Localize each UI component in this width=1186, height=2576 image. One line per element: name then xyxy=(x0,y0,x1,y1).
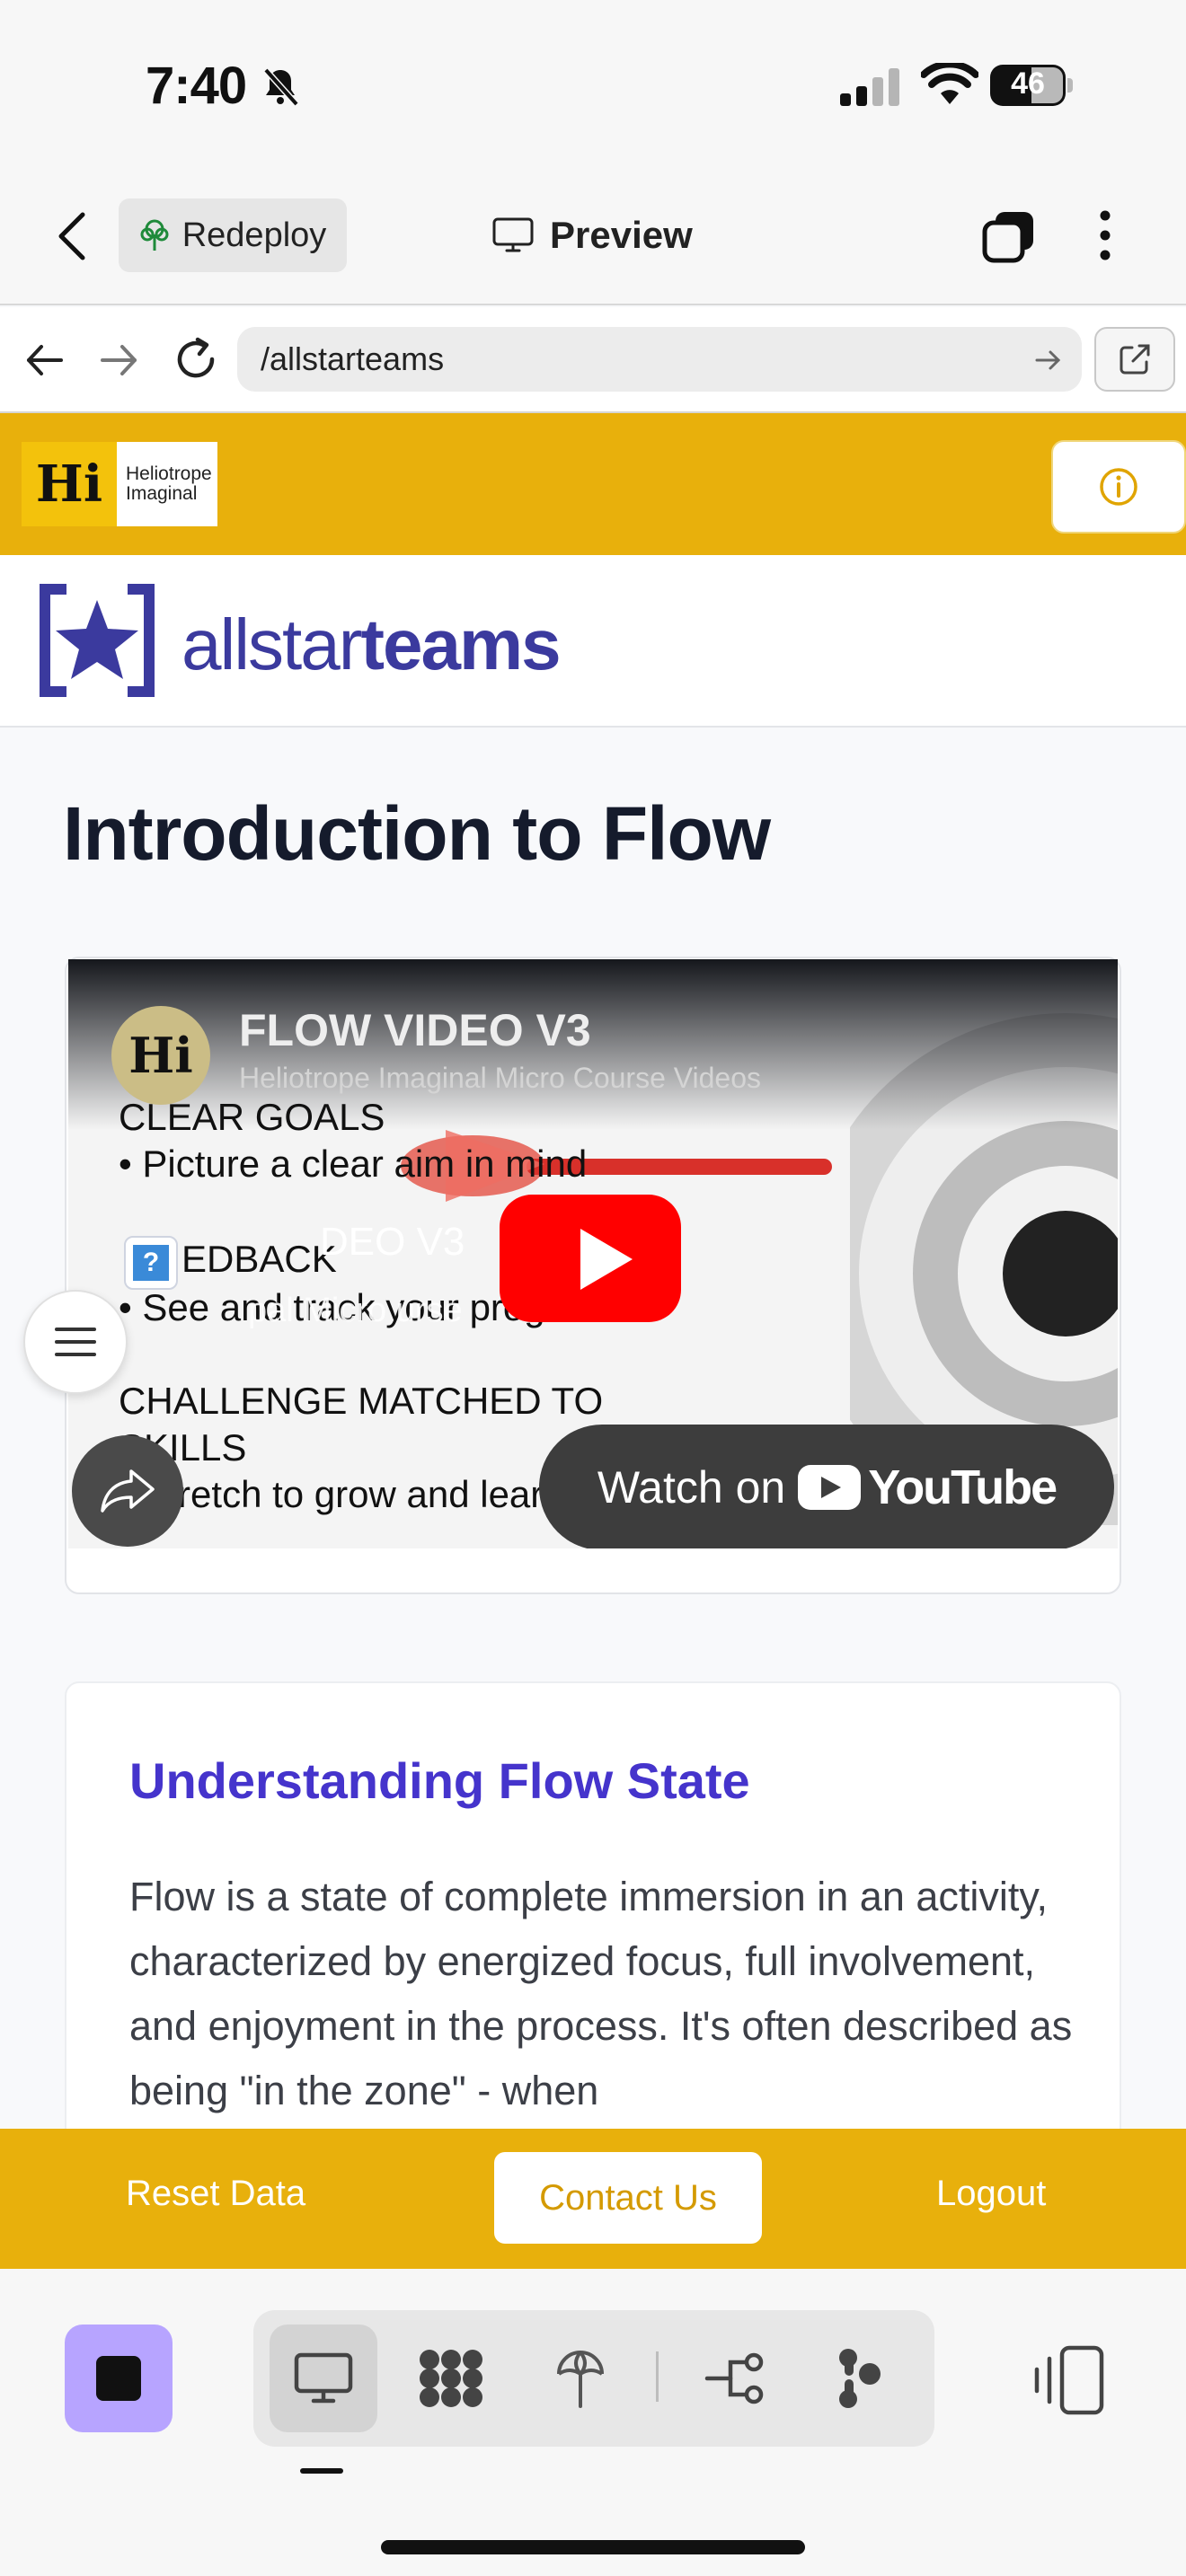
signal-icon xyxy=(840,68,899,106)
arrow-left-icon[interactable] xyxy=(22,340,68,381)
preview-title: Preview xyxy=(492,207,693,264)
info-button[interactable] xyxy=(1051,440,1186,534)
divider xyxy=(656,2351,659,2402)
question-icon: ? xyxy=(133,1245,169,1281)
reload-icon[interactable] xyxy=(171,334,221,384)
logo-mark: Hi xyxy=(22,442,117,526)
bell-muted-icon xyxy=(263,67,299,107)
youtube-icon xyxy=(798,1465,862,1510)
branch-icon xyxy=(704,2352,764,2404)
branch-view-button[interactable] xyxy=(681,2325,789,2432)
preview-label: Preview xyxy=(550,214,693,256)
youtube-video-player[interactable]: CLEAR GOALS • Picture a clear aim in min… xyxy=(68,959,1118,1548)
logout-button[interactable]: Logout xyxy=(936,2174,1046,2214)
slide-text: • Stretch to grow and learn xyxy=(119,1473,564,1515)
floating-menu-button[interactable] xyxy=(23,1290,128,1394)
overlay-text: DEO V3 xyxy=(320,1220,465,1264)
page-title: Introduction to Flow xyxy=(63,791,771,876)
status-time: 7:40 xyxy=(146,57,247,115)
stop-icon xyxy=(96,2356,141,2401)
slide-text: EDBACK xyxy=(181,1238,337,1280)
video-channel: Heliotrope Imaginal Micro Course Videos xyxy=(239,1062,762,1094)
stop-button[interactable] xyxy=(65,2325,173,2432)
watch-on-label: Watch on xyxy=(597,1462,786,1513)
tree-icon xyxy=(140,219,169,251)
redeploy-label: Redeploy xyxy=(181,216,327,254)
card-heading: Understanding Flow State xyxy=(129,1752,750,1809)
tabs-icon[interactable] xyxy=(981,208,1037,264)
active-indicator xyxy=(300,2468,343,2474)
youtube-logo: YouTube xyxy=(798,1460,1058,1515)
redeploy-button[interactable]: Redeploy xyxy=(119,198,347,272)
monitor-icon xyxy=(492,217,534,252)
url-bar[interactable]: /allstarteams xyxy=(237,327,1082,392)
help-badge[interactable]: ? xyxy=(124,1236,178,1290)
desktop-view-button[interactable] xyxy=(270,2325,377,2432)
play-icon xyxy=(580,1229,633,1290)
open-external-button[interactable] xyxy=(1094,327,1175,392)
arrow-right-icon[interactable] xyxy=(1033,345,1064,375)
hamburger-icon xyxy=(55,1328,96,1356)
channel-avatar[interactable]: Hi xyxy=(111,1006,210,1105)
grid-view-button[interactable] xyxy=(397,2325,505,2432)
wifi-icon xyxy=(921,63,978,104)
brand-bar xyxy=(0,555,1186,728)
slide-text: • Picture a clear aim in mind xyxy=(119,1142,588,1185)
deploy-icon xyxy=(557,2351,604,2408)
share-icon xyxy=(101,1469,155,1513)
deploy-view-button[interactable] xyxy=(527,2325,634,2432)
contact-us-button[interactable]: Contact Us xyxy=(494,2152,762,2244)
reset-data-button[interactable]: Reset Data xyxy=(126,2174,305,2214)
info-icon xyxy=(1100,468,1137,506)
desktop-icon xyxy=(294,2352,353,2404)
slide-text: CHALLENGE MATCHED TO xyxy=(119,1380,604,1422)
rotate-icon[interactable] xyxy=(1024,2342,1111,2418)
heliotrope-logo[interactable]: Hi Heliotrope Imaginal xyxy=(22,442,217,526)
star-icon xyxy=(40,584,155,697)
share-button[interactable] xyxy=(72,1435,183,1547)
grid-icon xyxy=(420,2350,482,2407)
watch-on-youtube-button[interactable]: Watch on YouTube xyxy=(539,1425,1114,1548)
home-indicator xyxy=(381,2540,805,2554)
card-body: Flow is a state of complete immersion in… xyxy=(129,1874,1073,2113)
external-link-icon xyxy=(1120,344,1150,375)
kebab-icon[interactable] xyxy=(1089,207,1121,264)
chevron-left-icon[interactable] xyxy=(54,209,90,263)
battery-icon: 46 xyxy=(990,65,1073,106)
logo-text: Heliotrope Imaginal xyxy=(126,463,212,504)
url-text: /allstarteams xyxy=(261,340,445,377)
brand-wordmark: allstarteams xyxy=(181,604,562,684)
agent-icon xyxy=(839,2349,881,2408)
agent-view-button[interactable] xyxy=(807,2325,915,2432)
arrow-right-icon[interactable] xyxy=(95,340,142,381)
video-title[interactable]: FLOW VIDEO V3 xyxy=(239,1004,591,1056)
overlay-text: pal Micro urse xyxy=(248,1292,463,1329)
